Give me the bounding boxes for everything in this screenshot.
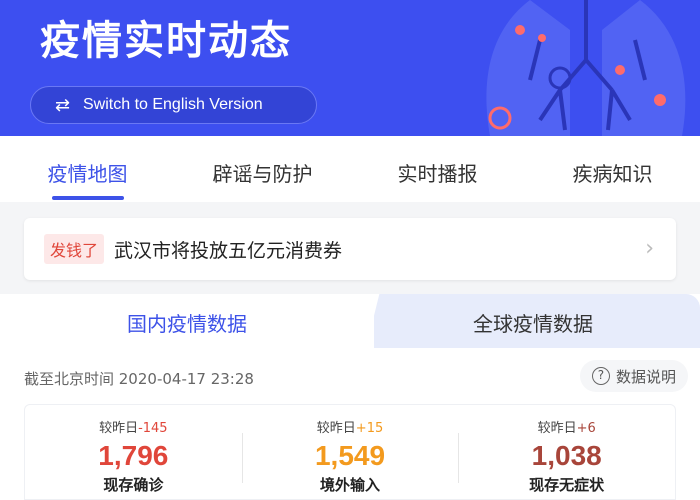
stat-label: 现存无症状	[529, 476, 605, 494]
stat-asymptomatic: 较昨日+6 1,038 现存无症状	[458, 405, 675, 499]
stat-value: 1,796	[98, 440, 169, 471]
update-timestamp: 截至北京时间 2020-04-17 23:28	[24, 370, 254, 388]
stat-delta-row: 较昨日-145	[25, 417, 242, 436]
stat-label: 现存确诊	[103, 476, 164, 494]
stat-current-confirmed: 较昨日-145 1,796 现存确诊	[25, 405, 242, 499]
tab-domestic-data[interactable]: 国内疫情数据	[0, 294, 374, 348]
tab-disease-knowledge[interactable]: 疾病知识	[525, 136, 700, 202]
stat-delta-row: 较昨日+15	[242, 417, 459, 436]
data-panel: 全球疫情数据 国内疫情数据 截至北京时间 2020-04-17 23:28 ? …	[0, 294, 700, 500]
data-explanation-button[interactable]: ? 数据说明	[579, 360, 688, 392]
lungs-illustration	[486, 0, 686, 136]
news-banner[interactable]: 发钱了 武汉市将投放五亿元消费券 ›	[24, 218, 676, 280]
stat-delta-row: 较昨日+6	[458, 417, 675, 436]
chevron-right-icon: ›	[645, 236, 654, 261]
swap-arrows-icon: ⇄	[55, 94, 71, 115]
stat-value: 1,038	[531, 440, 602, 471]
question-icon: ?	[591, 367, 610, 385]
header-banner: 疫情实时动态 ⇄ Switch to English Version	[0, 0, 700, 136]
news-tag: 发钱了	[44, 234, 105, 264]
main-tabs: 疫情地图 辟谣与防护 实时播报 疾病知识	[0, 136, 700, 202]
delta-label: 较昨日	[316, 421, 356, 436]
tab-global-data[interactable]: 全球疫情数据	[366, 294, 700, 348]
stat-value: 1,549	[314, 440, 386, 471]
delta-label: 较昨日	[99, 421, 139, 436]
tab-rumors-protection[interactable]: 辟谣与防护	[175, 136, 350, 202]
stat-imported: 较昨日+15 1,549 境外输入	[241, 405, 459, 499]
news-headline: 武汉市将投放五亿元消费券	[114, 239, 343, 262]
delta-value: -145	[138, 421, 168, 436]
delta-value: +15	[355, 421, 384, 436]
stat-label: 境外输入	[320, 476, 381, 494]
tab-live-report[interactable]: 实时播报	[350, 136, 525, 202]
delta-label: 较昨日	[537, 421, 577, 436]
data-explanation-label: 数据说明	[615, 367, 676, 386]
tab-epidemic-map[interactable]: 疫情地图	[0, 136, 175, 202]
stats-row: 较昨日-145 1,796 现存确诊 较昨日+15 1,549 境外输入 较昨日…	[24, 404, 676, 500]
page-title: 疫情实时动态	[40, 18, 292, 64]
switch-language-label: Switch to English Version	[83, 96, 263, 113]
delta-value: +6	[576, 421, 596, 436]
switch-language-button[interactable]: ⇄ Switch to English Version	[30, 86, 317, 124]
